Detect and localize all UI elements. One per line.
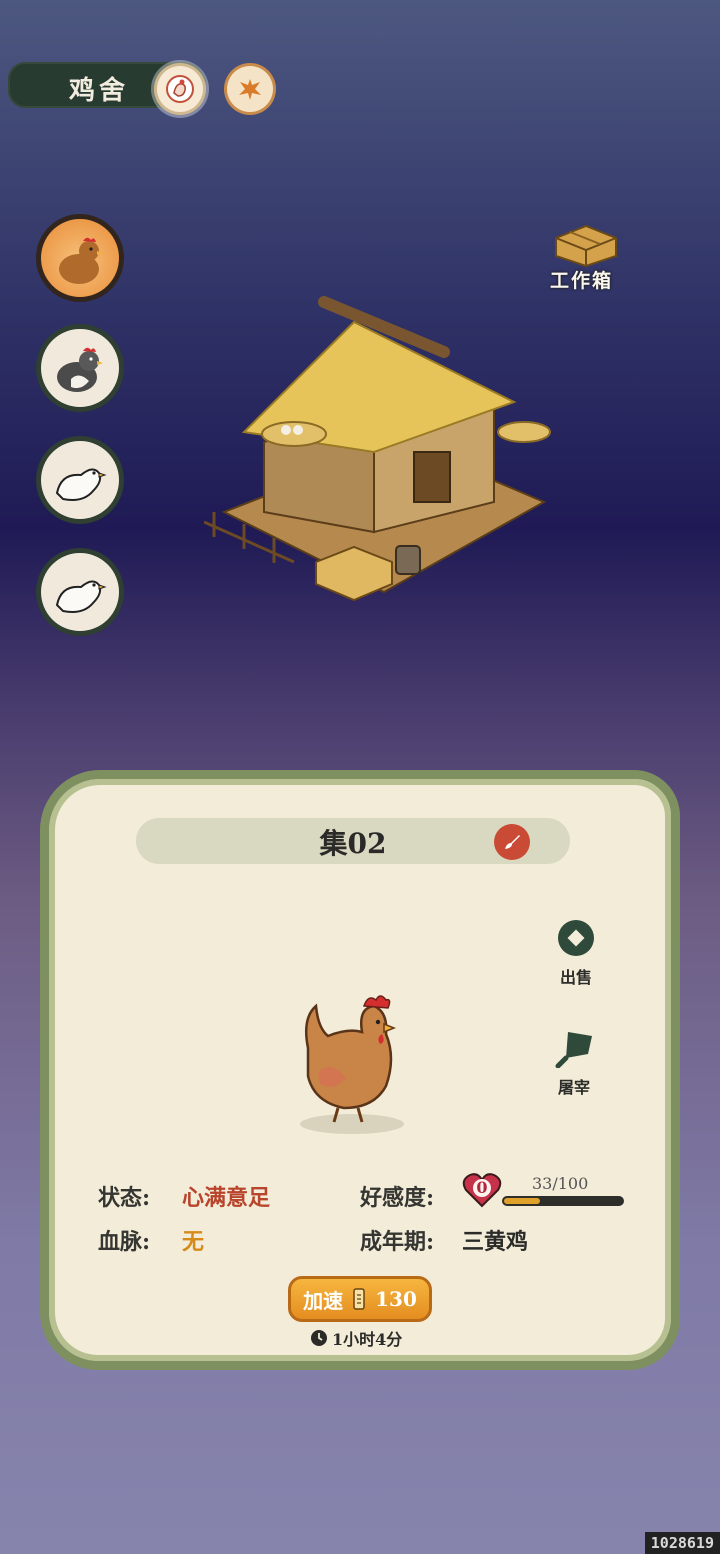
build-id: 1028619 (644, 1532, 720, 1554)
favor-heart-value: 0 (476, 1178, 488, 1197)
chicken-coop-building[interactable] (203, 292, 564, 616)
black-rooster-icon (57, 347, 103, 392)
phoenix-badge-icon (239, 79, 261, 100)
crate-icon (555, 224, 617, 268)
timer-text: 1小时4分 (332, 1330, 403, 1349)
slaughter-label: 屠宰 (557, 1078, 590, 1097)
status-value: 心满意足 (182, 1185, 271, 1211)
workbox-label: 工作箱 (550, 270, 614, 292)
stage-label: 成年期: (360, 1229, 435, 1255)
speed-up-label: 加速 (303, 1288, 344, 1313)
avatar-white-chick-2[interactable] (36, 548, 124, 636)
white-chick-icon (55, 468, 107, 501)
avatar-white-chick-1[interactable] (36, 436, 124, 524)
chicken-badge-icon (166, 75, 194, 103)
cleaver-icon (555, 1032, 592, 1069)
scroll-token-icon (353, 1288, 365, 1310)
favor-progress-text: 33/100 (532, 1174, 589, 1193)
speed-up-cost: 130 (375, 1287, 417, 1311)
favor-progress-bar (502, 1196, 624, 1206)
favor-progress-fill (504, 1198, 541, 1204)
rename-button[interactable] (494, 824, 530, 860)
status-label: 状态: (98, 1185, 151, 1211)
bloodline-label: 血脉: (98, 1229, 151, 1255)
coin-icon (558, 920, 594, 956)
timer: 1小时4分 (310, 1326, 402, 1350)
phoenix-badge-button[interactable] (227, 66, 273, 112)
slaughter-button[interactable]: 屠宰 (544, 1028, 604, 1098)
brown-hen-icon (300, 995, 404, 1134)
brush-icon (505, 835, 520, 849)
sell-button[interactable]: 出售 (546, 918, 606, 988)
avatar-brown-hen[interactable] (36, 214, 124, 302)
chicken-portrait (288, 988, 418, 1142)
speed-up-button[interactable]: 加速 130 (288, 1276, 432, 1322)
avatar-black-rooster[interactable] (36, 324, 124, 412)
stage-value: 三黄鸡 (462, 1229, 529, 1255)
workbox-button[interactable] (552, 222, 620, 272)
chicken-badge-button[interactable] (157, 66, 203, 112)
coop-illustration (203, 296, 551, 602)
brown-hen-icon (59, 237, 103, 284)
favor-label: 好感度: (360, 1185, 435, 1211)
clock-icon (311, 1330, 327, 1346)
page-title: 鸡舍 (68, 76, 129, 106)
white-chick-icon (55, 580, 107, 613)
sell-label: 出售 (559, 968, 592, 987)
bloodline-value: 无 (182, 1229, 205, 1255)
